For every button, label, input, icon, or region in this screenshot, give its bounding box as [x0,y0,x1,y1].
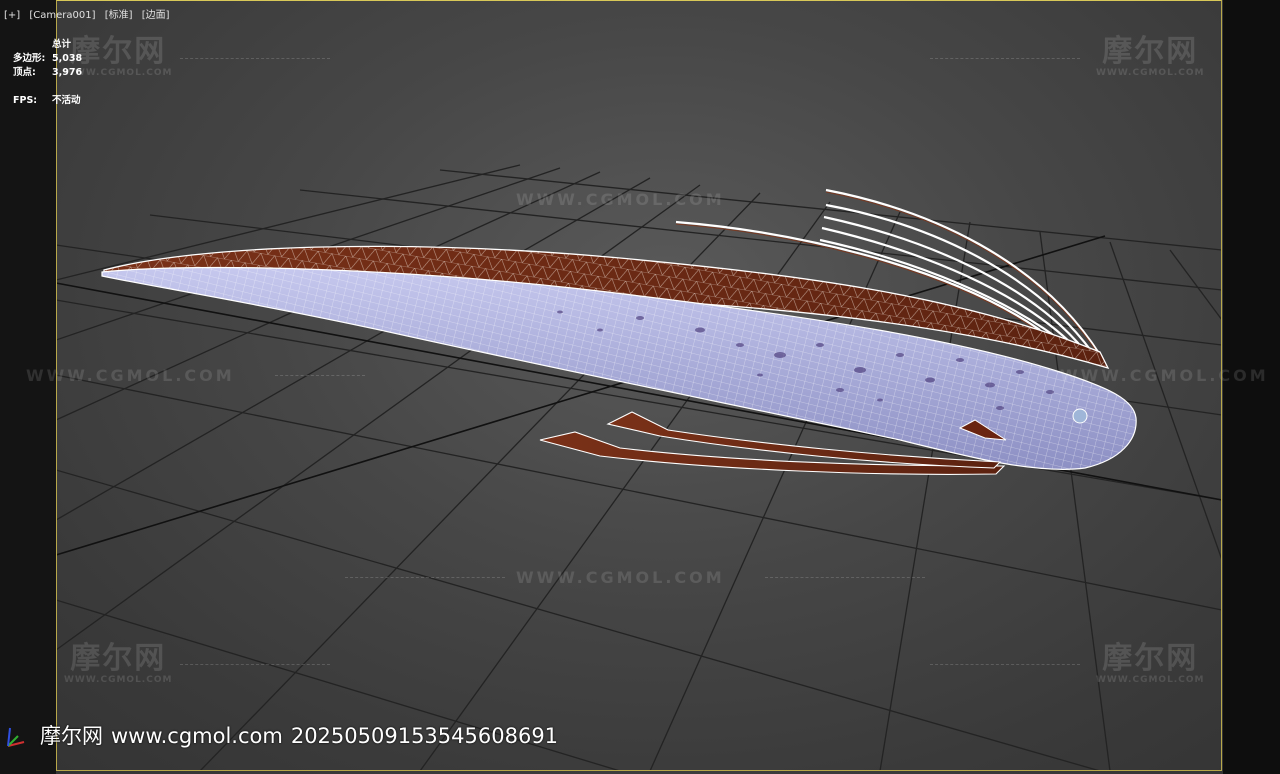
watermark-url-left: WWW.CGMOL.COM [26,366,235,385]
fps-value: 不活动 [52,95,81,106]
viewport-menu-display-mode[interactable]: [边面] [142,10,170,21]
watermark-logo-bottom-right: 摩尔网 WWW.CGMOL.COM [1096,641,1205,686]
viewport-menu-shading-preset[interactable]: [标准] [105,10,133,21]
watermark-line [275,375,365,376]
fish-model [101,188,1137,475]
viewport-menu-general[interactable]: [+] [4,10,20,21]
watermark-url-right: WWW.CGMOL.COM [1060,366,1269,385]
watermark-line [345,577,505,578]
fish-eye [1072,408,1088,424]
vertices-value: 3,976 [52,67,83,78]
stats-header: 总计 [52,39,72,50]
watermark-logo-bottom-left: 摩尔网 WWW.CGMOL.COM [64,641,173,686]
footer-id: 20250509153545608691 [290,724,559,748]
fps-label: FPS: [13,95,38,106]
watermark-line [765,577,925,578]
watermark-logo-top-right: 摩尔网 WWW.CGMOL.COM [1096,34,1205,79]
watermark-line [180,664,330,665]
watermark-line [930,58,1080,59]
viewport-label-bar: [+] [Camera001] [标准] [边面] [4,6,176,21]
xyz-axis-gizmo-icon [7,727,25,747]
scene-render [55,164,1223,771]
vertices-label: 顶点: [13,67,36,78]
footer-site-name: 摩尔网 [40,724,103,748]
watermark-url-bottom: WWW.CGMOL.COM [516,568,725,587]
watermark-line [930,664,1080,665]
footer-url: www.cgmol.com [111,724,283,748]
watermark-url-top: WWW.CGMOL.COM [516,190,725,209]
viewport-menu-camera[interactable]: [Camera001] [29,10,95,21]
watermark-line [180,58,330,59]
source-footer: 摩尔网 www.cgmol.com 20250509153545608691 [40,720,566,750]
camera-viewport[interactable]: 摩尔网 WWW.CGMOL.COM 摩尔网 WWW.CGMOL.COM 摩尔网 WWW… [0,0,1280,774]
polygons-value: 5,038 [52,53,83,64]
polygons-label: 多边形: [13,53,46,64]
